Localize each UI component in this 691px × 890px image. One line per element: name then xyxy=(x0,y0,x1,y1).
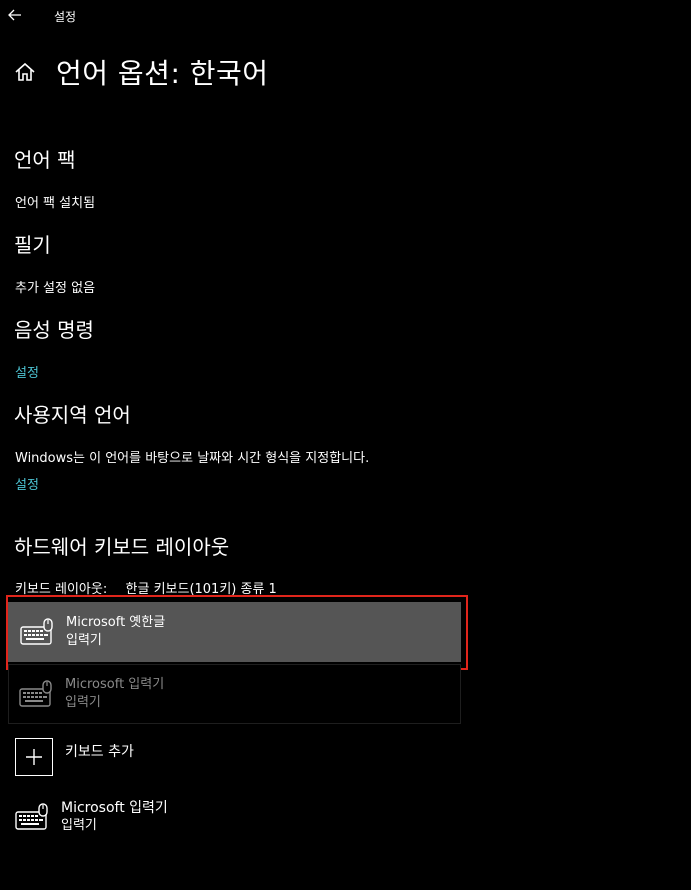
handwriting-heading: 필기 xyxy=(14,233,51,257)
language-pack-status: 언어 팩 설치됨 xyxy=(15,196,96,211)
keyboard-item-old-hangul[interactable]: Microsoft 옛한글 입력기 xyxy=(8,602,461,662)
home-button[interactable] xyxy=(14,61,36,83)
keyboard-item-type: 입력기 xyxy=(65,695,101,710)
keyboard-item-name: Microsoft 입력기 xyxy=(65,677,165,692)
add-keyboard-button[interactable] xyxy=(15,738,53,776)
back-arrow-icon xyxy=(8,9,21,21)
speech-settings-link[interactable]: 설정 xyxy=(15,362,39,381)
regional-language-heading: 사용지역 언어 xyxy=(14,403,131,427)
regional-settings-link[interactable]: 설정 xyxy=(15,474,39,493)
keyboard-layout-label: 키보드 레이아웃: xyxy=(15,582,108,597)
window-title: 설정 xyxy=(54,10,77,24)
keyboard-item-type: 입력기 xyxy=(66,633,102,648)
add-keyboard-label[interactable]: 키보드 추가 xyxy=(65,741,134,761)
keyboard-mouse-icon xyxy=(19,680,52,707)
regional-description: Windows는 이 언어를 바탕으로 날짜와 시간 형식을 지정합니다. xyxy=(15,451,370,466)
keyboard-mouse-icon xyxy=(15,803,48,830)
keyboard-item-name: Microsoft 옛한글 xyxy=(66,615,166,630)
hardware-keyboard-heading: 하드웨어 키보드 레이아웃 xyxy=(14,535,230,559)
back-button[interactable] xyxy=(4,4,26,26)
keyboard-item-microsoft-ime-disabled[interactable]: Microsoft 입력기 입력기 xyxy=(8,664,461,724)
keyboard-layout-value[interactable]: 한글 키보드(101키) 종류 1 xyxy=(126,582,277,597)
keyboard-mouse-icon xyxy=(20,618,53,645)
home-icon xyxy=(15,62,35,81)
installed-keyboard-name: Microsoft 입력기 xyxy=(61,800,168,816)
language-pack-heading: 언어 팩 xyxy=(14,148,76,172)
installed-keyboard-item[interactable]: Microsoft 입력기 입력기 xyxy=(15,799,168,835)
speech-heading: 음성 명령 xyxy=(14,318,94,342)
settings-window: 설정 언어 옵션: 한국어 언어 팩 언어 팩 설치됨 필기 추가 설정 없음 … xyxy=(0,0,691,890)
keyboard-layout-line: 키보드 레이아웃: 한글 키보드(101키) 종류 1 xyxy=(15,578,277,597)
plus-icon xyxy=(26,749,42,765)
installed-keyboard-type: 입력기 xyxy=(61,818,97,833)
page-title: 언어 옵션: 한국어 xyxy=(56,57,269,90)
handwriting-status: 추가 설정 없음 xyxy=(15,281,96,296)
